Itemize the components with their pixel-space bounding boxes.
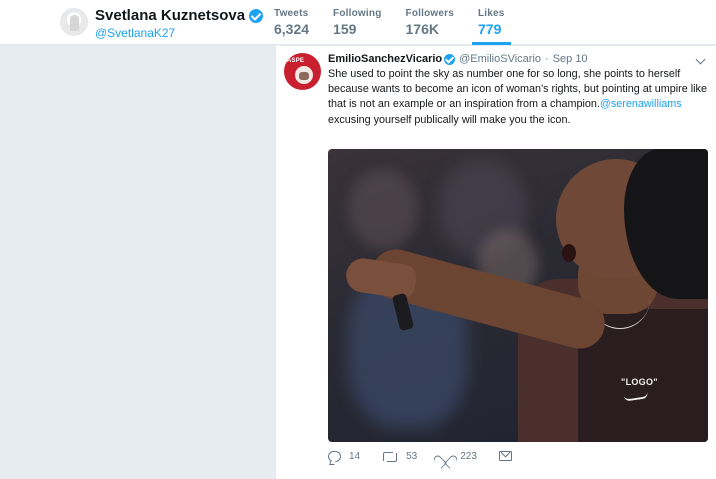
photo-player-mouth [562, 244, 576, 262]
reply-count: 14 [349, 450, 361, 462]
like-button[interactable]: 223 [439, 450, 477, 462]
left-sidebar [0, 46, 274, 479]
tweet-actions: 14 53 223 [328, 450, 534, 462]
avatar-brand-text: ASPE [287, 58, 305, 64]
retweet-button[interactable]: 53 [382, 451, 417, 462]
photo-bg-crowd [348, 169, 418, 249]
stat-tweets-value: 6,324 [274, 21, 310, 37]
stat-likes-value: 779 [478, 21, 502, 37]
profile-stats: Tweets 6,324 Following 159 Followers 176… [274, 0, 529, 45]
profile-nav-bar: Svetlana Kuznetsova @SvetlanaK27 Tweets … [0, 0, 716, 45]
profile-handle[interactable]: @SvetlanaK27 [95, 26, 263, 40]
avatar-figure [70, 15, 79, 31]
profile-name-block: Svetlana Kuznetsova @SvetlanaK27 [95, 7, 264, 40]
profile-display-name-text[interactable]: Svetlana Kuznetsova [95, 7, 245, 24]
photo-dress-logo-text: "LOGO" [621, 377, 658, 387]
tweet-photo[interactable]: "LOGO" [328, 149, 708, 442]
tweet-text: She used to point the sky as number one … [328, 67, 710, 128]
tweet-header: EmilioSanchezVicario @EmilioSVicario · S… [328, 53, 708, 65]
stat-tweets[interactable]: Tweets 6,324 [274, 0, 309, 45]
stat-tweets-label: Tweets [274, 8, 309, 19]
stat-followers-label: Followers [405, 8, 454, 19]
retweet-icon [382, 451, 398, 462]
stat-followers-value: 176K [405, 21, 439, 37]
stat-following[interactable]: Following 159 [333, 0, 381, 45]
tweet-author-avatar[interactable]: ASPE [284, 53, 321, 90]
stat-likes-label: Likes [478, 8, 505, 19]
author-verified-icon [444, 53, 456, 65]
like-count: 223 [460, 450, 477, 462]
stat-following-label: Following [333, 8, 382, 19]
reply-button[interactable]: 14 [328, 450, 361, 462]
stat-following-value: 159 [333, 21, 357, 37]
stat-followers[interactable]: Followers 176K [406, 0, 454, 45]
heart-icon [439, 450, 452, 462]
verified-badge-icon [249, 8, 264, 23]
stat-likes[interactable]: Likes 779 [472, 0, 511, 45]
header-separator: · [545, 53, 549, 65]
reply-icon [328, 450, 341, 462]
tweet-timestamp[interactable]: Sep 10 [553, 53, 588, 65]
retweet-count: 53 [406, 450, 418, 462]
envelope-icon [498, 451, 512, 461]
tweet-card[interactable]: ASPE EmilioSanchezVicario @EmilioSVicari… [275, 46, 716, 479]
tweet-author-handle[interactable]: @EmilioSVicario [459, 53, 541, 65]
tweet-text-tail: excusing yourself publically will make y… [328, 113, 571, 126]
tweet-mention-link[interactable]: @serenawilliams [600, 98, 682, 110]
profile-display-name[interactable]: Svetlana Kuznetsova [95, 7, 264, 24]
tweet-author-name[interactable]: EmilioSanchezVicario [328, 53, 442, 65]
direct-message-button[interactable] [498, 451, 512, 461]
avatar-face [295, 66, 313, 84]
profile-avatar[interactable] [60, 8, 88, 36]
